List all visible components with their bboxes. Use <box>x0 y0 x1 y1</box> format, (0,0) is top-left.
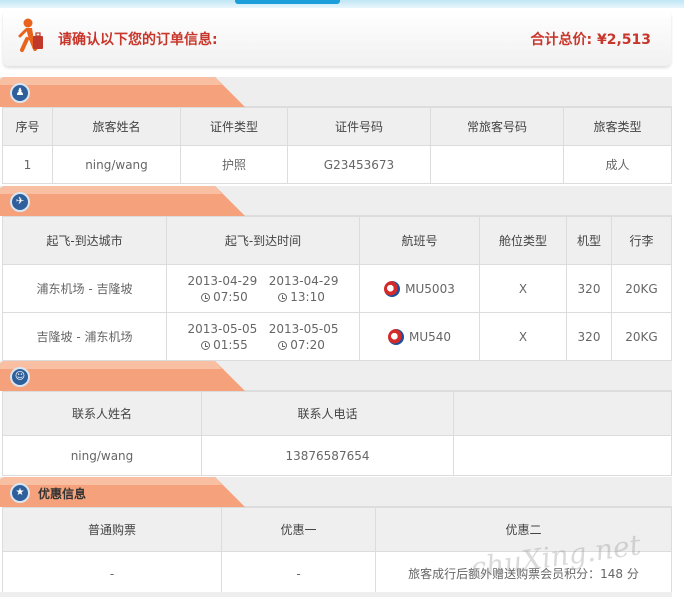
clock-icon <box>201 340 211 350</box>
contact-section: ☺ 联系人姓名 联系人电话 ning/wang 13876587654 <box>0 361 672 476</box>
cell-id-number: G23453673 <box>287 145 431 184</box>
cell-times: 2013-04-29 2013-04-29 07:50 13:10 <box>166 264 360 313</box>
flight-number: MU540 <box>408 329 452 344</box>
cell-luggage: 20KG <box>611 264 672 313</box>
col-header: 证件号码 <box>287 107 431 146</box>
cell-regular: - <box>2 551 222 596</box>
contact-table: 联系人姓名 联系人电话 ning/wang 13876587654 <box>2 391 672 476</box>
section-tab <box>0 186 245 216</box>
col-header: 舱位类型 <box>479 216 567 265</box>
bottom-edge <box>0 592 672 597</box>
cell-index: 1 <box>2 145 53 184</box>
airline-logo-icon <box>384 280 401 297</box>
cell-plane: 320 <box>566 264 612 313</box>
dep-date: 2013-05-05 <box>187 321 258 336</box>
cell-contact-name: ning/wang <box>2 435 202 476</box>
section-tab <box>0 361 245 391</box>
cell-plane: 320 <box>566 312 612 361</box>
contact-header-row: 联系人姓名 联系人电话 <box>2 391 672 436</box>
col-header: 起飞-到达时间 <box>166 216 360 265</box>
flight-table: 起飞-到达城市 起飞-到达时间 航班号 舱位类型 机型 行李 浦东机场 - 吉隆… <box>2 216 672 361</box>
arr-time: 07:20 <box>290 337 325 352</box>
cell-route: 浦东机场 - 吉隆坡 <box>2 264 167 313</box>
cell-passenger-type: 成人 <box>563 145 672 184</box>
airline-logo-icon <box>387 328 404 345</box>
cell-contact-phone: 13876587654 <box>201 435 454 476</box>
cell-id-type: 护照 <box>180 145 288 184</box>
star-icon: ★ <box>10 483 30 503</box>
col-header: 旅客姓名 <box>52 107 181 146</box>
section-tab <box>0 477 245 507</box>
cell-flight: MU5003 <box>359 264 480 313</box>
arr-time: 13:10 <box>290 289 325 304</box>
col-header: 优惠一 <box>221 507 376 552</box>
order-header: 请确认以下您的订单信息: 合计总价: ¥2,513 <box>3 10 671 66</box>
airplane-icon: ✈ <box>10 192 30 212</box>
col-header: 序号 <box>2 107 53 146</box>
cell-cabin: X <box>479 312 567 361</box>
discount-section: ★ 优惠信息 普通购票 优惠一 优惠二 - - 旅客成行后额外赠送购票会员积分：… <box>0 477 672 596</box>
total-price: 合计总价: ¥2,513 <box>530 32 652 48</box>
arr-date: 2013-04-29 <box>268 273 339 288</box>
top-tab <box>235 0 340 4</box>
cell-empty <box>453 435 672 476</box>
cell-flight: MU540 <box>359 312 480 361</box>
cell-discount-one: - <box>221 551 376 596</box>
col-header: 航班号 <box>359 216 480 265</box>
contact-section-bar: ☺ <box>0 361 672 391</box>
passenger-section: ♟ 序号 旅客姓名 证件类型 证件号码 常旅客号码 旅客类型 1 ning/wa… <box>0 77 672 184</box>
passenger-icon: ♟ <box>10 83 30 103</box>
flight-number: MU5003 <box>405 281 455 296</box>
col-header: 联系人电话 <box>201 391 454 436</box>
confirm-order-text: 请确认以下您的订单信息: <box>58 32 218 48</box>
clock-icon <box>201 292 211 302</box>
flight-section: ✈ 起飞-到达城市 起飞-到达时间 航班号 舱位类型 机型 行李 浦东机场 - … <box>0 186 672 361</box>
cell-cabin: X <box>479 264 567 313</box>
clock-icon <box>278 340 288 350</box>
col-header: 行李 <box>611 216 672 265</box>
dep-date: 2013-04-29 <box>187 273 258 288</box>
flight-header-row: 起飞-到达城市 起飞-到达时间 航班号 舱位类型 机型 行李 <box>2 216 672 265</box>
cell-frequent-flyer <box>430 145 564 184</box>
table-row: ning/wang 13876587654 <box>2 435 672 476</box>
top-strip <box>0 0 684 8</box>
passenger-table: 序号 旅客姓名 证件类型 证件号码 常旅客号码 旅客类型 1 ning/wang… <box>2 107 672 184</box>
discount-section-bar: ★ 优惠信息 <box>0 477 672 507</box>
arr-date: 2013-05-05 <box>268 321 339 336</box>
table-row: 浦东机场 - 吉隆坡 2013-04-29 2013-04-29 07:50 1… <box>2 264 672 313</box>
cell-route: 吉隆坡 - 浦东机场 <box>2 312 167 361</box>
clock-icon <box>278 292 288 302</box>
discount-title: 优惠信息 <box>38 487 87 501</box>
passenger-section-bar: ♟ <box>0 77 672 107</box>
section-tab <box>0 77 245 107</box>
col-header: 联系人姓名 <box>2 391 202 436</box>
dep-time: 07:50 <box>213 289 248 304</box>
table-row: 1 ning/wang 护照 G23453673 成人 <box>2 145 672 184</box>
col-header: 证件类型 <box>180 107 288 146</box>
cell-luggage: 20KG <box>611 312 672 361</box>
col-header: 旅客类型 <box>563 107 672 146</box>
col-header: 常旅客号码 <box>430 107 564 146</box>
cell-times: 2013-05-05 2013-05-05 01:55 07:20 <box>166 312 360 361</box>
col-header: 起飞-到达城市 <box>2 216 167 265</box>
flight-section-bar: ✈ <box>0 186 672 216</box>
col-header <box>453 391 672 436</box>
table-row: 吉隆坡 - 浦东机场 2013-05-05 2013-05-05 01:55 0… <box>2 312 672 361</box>
col-header: 普通购票 <box>2 507 222 552</box>
cell-name: ning/wang <box>52 145 181 184</box>
passenger-header-row: 序号 旅客姓名 证件类型 证件号码 常旅客号码 旅客类型 <box>2 107 672 146</box>
col-header: 机型 <box>566 216 612 265</box>
contacts-icon: ☺ <box>10 367 30 387</box>
traveler-icon <box>18 18 43 52</box>
dep-time: 01:55 <box>213 337 248 352</box>
